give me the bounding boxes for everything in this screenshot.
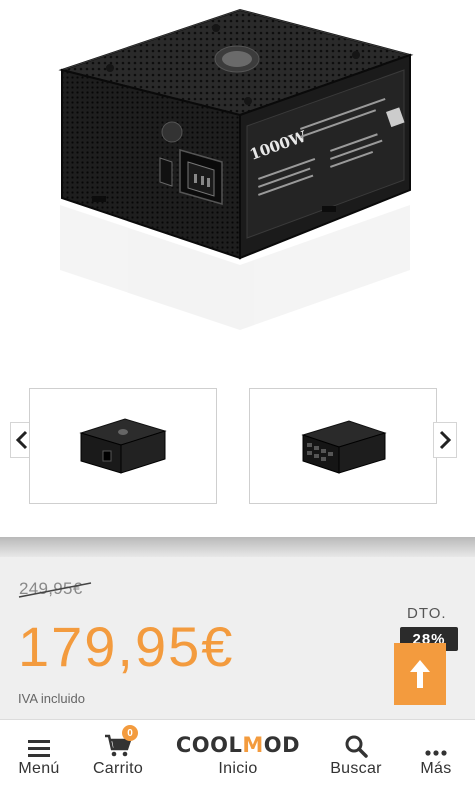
thumbnail-2[interactable]	[249, 388, 437, 504]
hamburger-menu-icon	[28, 740, 50, 757]
nav-cart[interactable]: 0 Carrito	[84, 720, 152, 786]
psu-illustration: 1000W	[58, 8, 414, 330]
chevron-right-icon	[439, 430, 452, 450]
nav-search[interactable]: Buscar	[322, 720, 390, 786]
cart-count-badge: 0	[122, 725, 138, 741]
nav-more-label: Más	[420, 760, 452, 777]
product-main-image[interactable]: 1000W	[0, 0, 475, 370]
product-page: 1000W 249,95€ 179,95€ IVA incluido DTO. …	[0, 0, 475, 786]
price-panel: 249,95€ 179,95€ IVA incluido DTO. 28%	[0, 557, 475, 719]
bottom-navigation: Menú 0 Carrito COOL M OD Inicio Buscar M…	[0, 719, 475, 786]
nav-more[interactable]: Más	[408, 720, 464, 786]
thumbnail-1-image	[79, 418, 167, 474]
thumbnail-2-image	[301, 420, 387, 474]
nav-menu[interactable]: Menú	[10, 720, 68, 786]
thumbnail-carousel	[0, 370, 475, 538]
strikethrough-line	[18, 582, 92, 598]
section-divider	[0, 537, 475, 557]
search-icon	[345, 735, 368, 758]
current-price: 179,95€	[18, 615, 235, 678]
nav-search-label: Buscar	[330, 760, 382, 777]
coolmod-logo: COOL M OD	[175, 733, 301, 757]
nav-menu-label: Menú	[18, 760, 60, 777]
nav-home-label: Inicio	[218, 760, 258, 777]
thumbnail-1[interactable]	[29, 388, 217, 504]
tax-note: IVA incluido	[18, 691, 85, 706]
scroll-to-top-button[interactable]	[394, 643, 446, 705]
nav-cart-label: Carrito	[92, 760, 144, 777]
more-dots-icon	[425, 750, 447, 756]
chevron-left-icon	[15, 430, 28, 450]
nav-home[interactable]: COOL M OD Inicio	[168, 720, 308, 786]
carousel-next-button[interactable]	[433, 422, 457, 458]
arrow-up-icon	[410, 660, 430, 688]
discount-label: DTO.	[407, 605, 447, 622]
